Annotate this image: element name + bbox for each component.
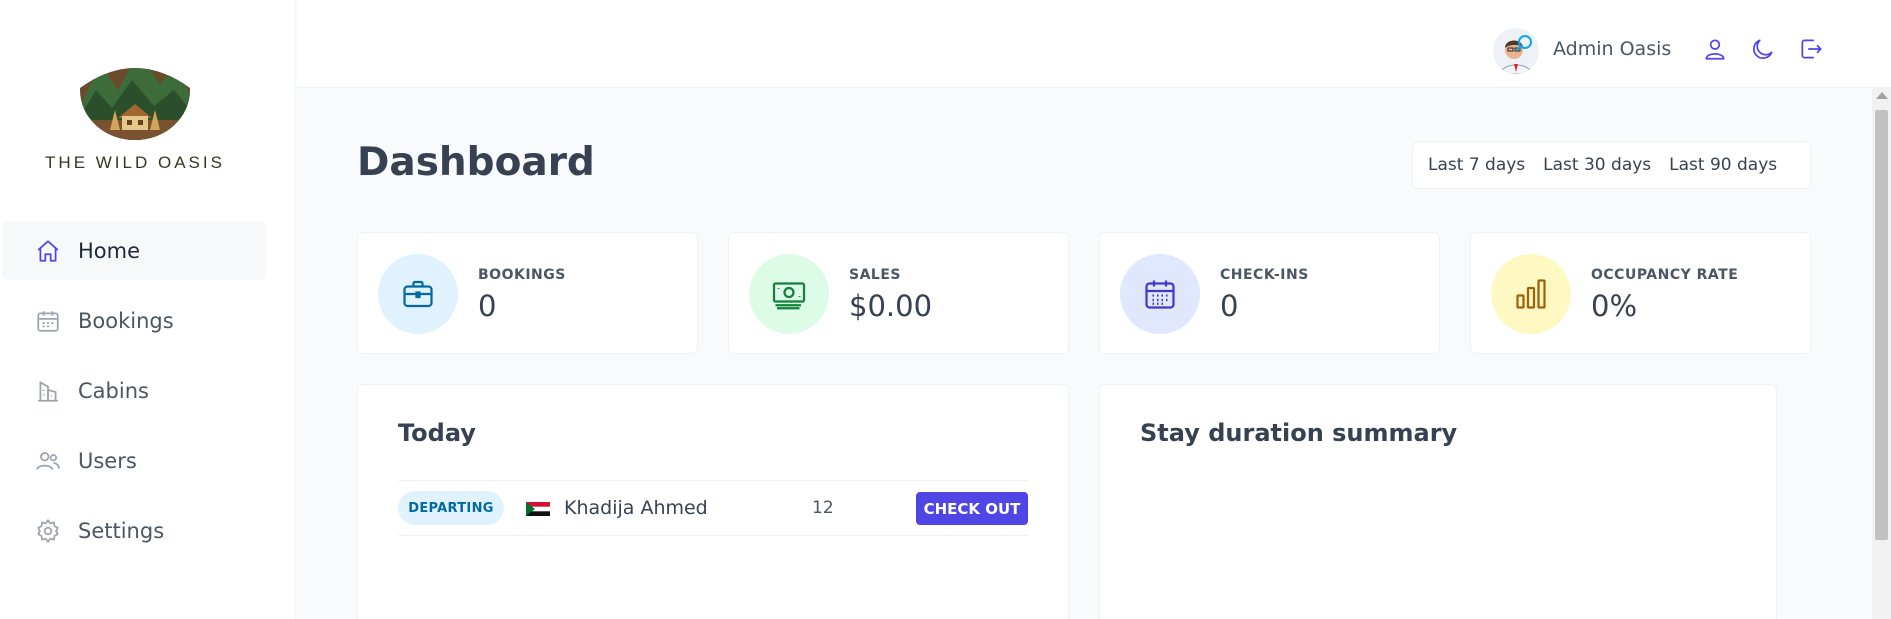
briefcase-icon (378, 254, 458, 334)
stat-label: OCCUPANCY RATE (1591, 267, 1739, 283)
users-icon (34, 447, 62, 475)
main-nav: Home Bookings Cabins Users Settings (2, 221, 266, 571)
stat-value: 0 (1220, 289, 1239, 323)
stat-value: $0.00 (849, 289, 933, 323)
logo (78, 50, 192, 140)
filter-last-90-days[interactable]: Last 90 days (1660, 155, 1786, 175)
nights-count: 12 (812, 498, 834, 518)
stat-card-sales: SALES $0.00 (728, 232, 1069, 354)
home-icon (34, 237, 62, 265)
stat-card-occupancy-rate: OCCUPANCY RATE 0% (1470, 232, 1811, 354)
user-icon (1702, 36, 1728, 66)
scroll-up-arrow-icon[interactable] (1876, 92, 1888, 99)
today-title: Today (398, 419, 476, 447)
stat-value: 0 (478, 289, 497, 323)
building-icon (34, 377, 62, 405)
page-title: Dashboard (357, 140, 595, 185)
stat-label: CHECK-INS (1220, 267, 1309, 283)
filter-last-30-days[interactable]: Last 30 days (1534, 155, 1660, 175)
nav-item-bookings[interactable]: Bookings (2, 291, 266, 350)
logout-icon (1798, 36, 1824, 66)
moon-icon (1750, 36, 1776, 66)
chart-bar-icon (1491, 254, 1571, 334)
nav-item-home[interactable]: Home (2, 221, 266, 280)
check-out-button[interactable]: CHECK OUT (916, 492, 1028, 525)
scroll-thumb[interactable] (1875, 110, 1888, 540)
filter-last-7-days[interactable]: Last 7 days (1419, 155, 1534, 175)
logout-button[interactable] (1796, 36, 1826, 66)
nav-item-users[interactable]: Users (2, 431, 266, 490)
date-filter: Last 7 days Last 30 days Last 90 days (1412, 141, 1811, 189)
stat-label: SALES (849, 267, 901, 283)
stat-card-check-ins: CHECK-INS 0 (1099, 232, 1440, 354)
avatar[interactable] (1493, 28, 1539, 74)
stat-label: BOOKINGS (478, 267, 566, 283)
flag-icon (525, 501, 551, 517)
guest-name: Khadija Ahmed (564, 497, 708, 519)
nav-label-settings: Settings (78, 518, 165, 543)
nav-label-users: Users (78, 448, 137, 473)
stay-duration-title: Stay duration summary (1140, 419, 1458, 447)
account-button[interactable] (1700, 36, 1730, 66)
calendar-icon (34, 307, 62, 335)
dark-mode-toggle[interactable] (1748, 36, 1778, 66)
nav-label-bookings: Bookings (78, 308, 174, 333)
calendar-days-icon (1120, 254, 1200, 334)
scrollbar[interactable] (1872, 88, 1891, 619)
sidebar: THE WILD OASIS Home Bookings Cabins User… (0, 0, 296, 619)
today-panel: Today DEPARTING Khadija Ahmed 12 CHECK O… (357, 384, 1069, 619)
username: Admin Oasis (1553, 38, 1672, 60)
stat-value: 0% (1591, 289, 1638, 323)
banknotes-icon (749, 254, 829, 334)
stat-card-bookings: BOOKINGS 0 (357, 232, 698, 354)
status-badge: DEPARTING (398, 491, 504, 525)
gear-icon (34, 517, 62, 545)
nav-label-home: Home (78, 238, 141, 263)
brand-name: THE WILD OASIS (45, 153, 225, 172)
nav-label-cabins: Cabins (78, 378, 149, 403)
top-header: Admin Oasis (297, 0, 1891, 88)
activity-row: DEPARTING Khadija Ahmed 12 CHECK OUT (398, 480, 1028, 536)
nav-item-cabins[interactable]: Cabins (2, 361, 266, 420)
stay-duration-panel: Stay duration summary (1099, 384, 1777, 619)
nav-item-settings[interactable]: Settings (2, 501, 266, 560)
